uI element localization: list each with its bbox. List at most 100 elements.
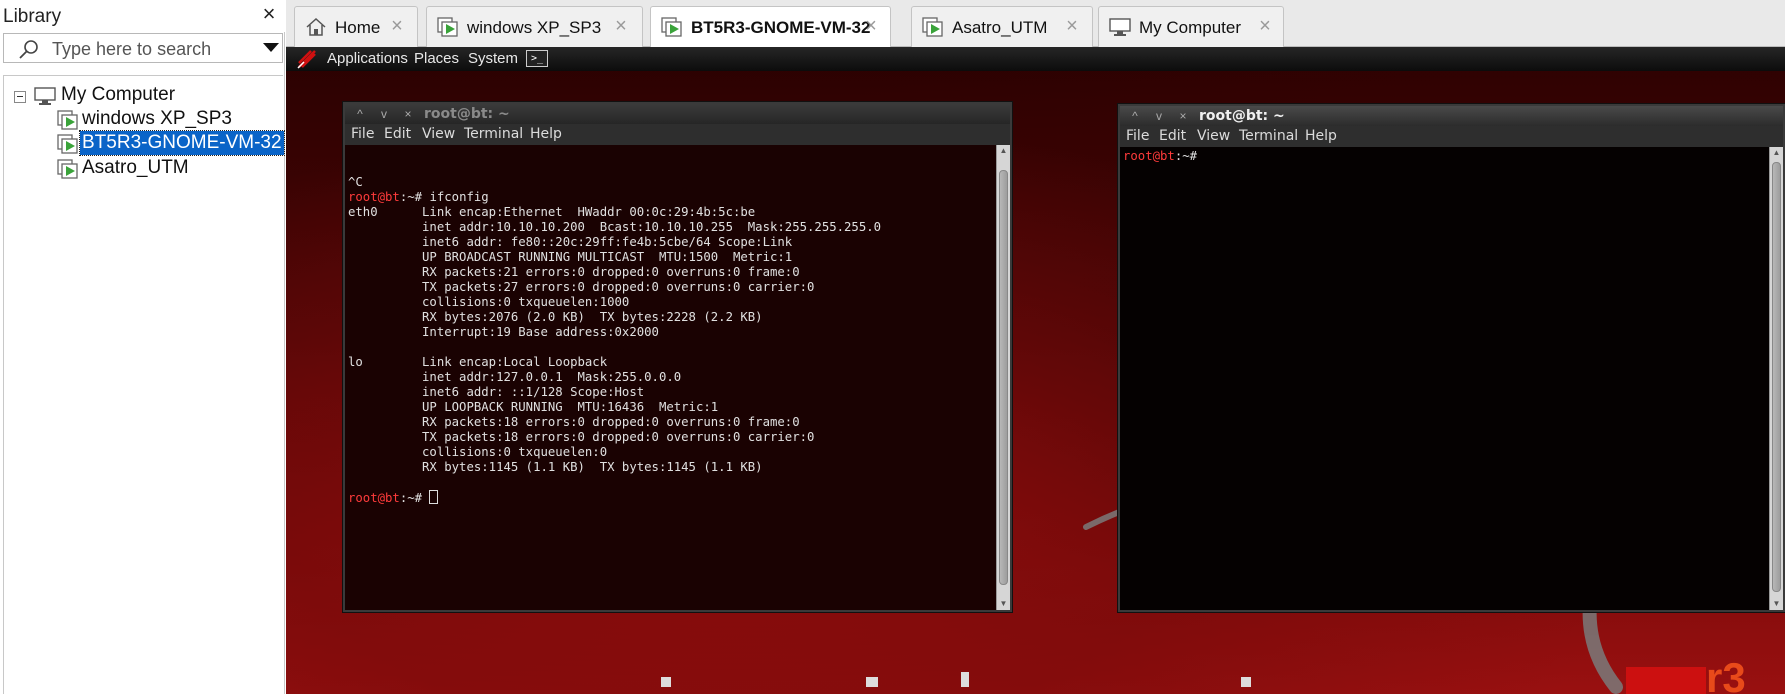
library-search [3,33,283,63]
maximize-icon[interactable]: v [375,106,393,122]
terminal-scrollbar[interactable]: ▲ ▼ [1769,147,1783,610]
tab-close-icon[interactable]: × [387,16,407,36]
tree-item-vm[interactable]: Asatro_UTM [4,156,274,182]
terminal-line-text: lo Link encap:Local Loopback [348,355,608,369]
vm-icon [57,110,78,130]
tab-label: My Computer [1139,18,1242,37]
menu-edit[interactable]: Edit [384,126,411,142]
tab-close-icon[interactable]: × [1062,16,1082,36]
library-header: Library × [0,0,285,32]
terminal-text: root@bt:~# [1123,149,1197,164]
scrollbar-thumb[interactable] [999,170,1008,585]
menu-view[interactable]: View [422,126,455,142]
menu-file[interactable]: File [351,126,374,142]
close-icon[interactable]: × [1174,108,1192,124]
search-dropdown-icon[interactable] [263,43,279,52]
prompt-suffix: :~# [399,491,430,505]
terminal-line-text: UP BROADCAST RUNNING MULTICAST MTU:1500 … [348,250,793,264]
scroll-down-icon[interactable]: ▼ [997,598,1010,610]
prompt-suffix: :~# [1174,149,1198,163]
tree-item-vm-selected[interactable]: BT5R3-GNOME-VM-32 [4,130,285,157]
tab-label: BT5R3-GNOME-VM-32 [691,18,871,37]
terminal-output[interactable]: ^C root@bt:~# ifconfig eth0 Link encap:Eth… [345,145,996,610]
terminal-line: RX packets:18 errors:0 dropped:0 overrun… [348,415,881,430]
terminal-launcher-icon[interactable]: >_ [526,50,548,67]
menu-help[interactable]: Help [1305,128,1337,144]
tree-item-label: Asatro_UTM [82,157,189,178]
tree-item-vm[interactable]: windows XP_SP3 [4,107,274,133]
tab-label: Asatro_UTM [952,18,1048,37]
menu-terminal[interactable]: Terminal [1239,128,1298,144]
terminal-line: RX packets:21 errors:0 dropped:0 overrun… [348,265,881,280]
terminal-window-left[interactable]: ^ v × root@bt: ~ File Edit View Terminal… [343,102,1012,612]
terminal-line: TX packets:27 errors:0 dropped:0 overrun… [348,280,881,295]
search-input[interactable] [52,37,252,61]
terminal-line: RX bytes:1145 (1.1 KB) TX bytes:1145 (1.… [348,460,881,475]
library-close-icon[interactable]: × [258,3,280,25]
panel-menu-applications[interactable]: Applications [327,50,408,67]
tab-close-icon[interactable]: × [611,16,631,36]
terminal-line: collisions:0 txqueuelen:0 [348,445,881,460]
terminal-line: collisions:0 txqueuelen:1000 [348,295,881,310]
terminal-menubar: File Edit View Terminal Help [345,124,1010,145]
terminal-line-text: TX packets:27 errors:0 dropped:0 overrun… [348,280,815,294]
tree-item-my-computer[interactable]: My Computer [4,83,274,109]
tab-close-icon[interactable]: × [1255,16,1275,36]
minimize-icon[interactable]: ^ [351,106,369,122]
scroll-down-icon[interactable]: ▼ [1770,598,1783,610]
terminal-line: UP BROADCAST RUNNING MULTICAST MTU:1500 … [348,250,881,265]
prompt-user: root@bt [1123,149,1175,163]
prompt-user: root@bt [348,491,400,505]
tab-vm[interactable]: Asatro_UTM × [911,6,1093,47]
tree-item-label: My Computer [61,84,176,105]
tree-item-label: BT5R3-GNOME-VM-32 [79,130,285,156]
minimize-icon[interactable]: ^ [1126,108,1144,124]
terminal-line: Interrupt:19 Base address:0x2000 [348,325,881,340]
terminal-window-right[interactable]: ^ v × root@bt: ~ File Edit View Terminal… [1118,104,1785,612]
terminal-line: RX bytes:2076 (2.0 KB) TX bytes:2228 (2.… [348,310,881,325]
menu-file[interactable]: File [1126,128,1149,144]
maximize-icon[interactable]: v [1150,108,1168,124]
vm-display[interactable]: r3 Applications Places System >_ ^ v × r… [286,47,1785,694]
tab-home[interactable]: Home × [294,6,418,47]
panel-menu-places[interactable]: Places [414,50,459,67]
terminal-line-text: ifconfig [429,190,489,204]
gnome-panel: Applications Places System >_ [286,47,1785,71]
tab-my-computer[interactable]: My Computer × [1098,6,1284,47]
collapse-icon[interactable] [14,91,26,103]
scrollbar-thumb[interactable] [1772,162,1781,592]
terminal-titlebar[interactable]: ^ v × root@bt: ~ [345,104,1010,124]
vm-icon [661,17,682,37]
terminal-titlebar[interactable]: ^ v × root@bt: ~ [1120,106,1783,126]
terminal-line: ^C [348,175,881,190]
terminal-line-text: collisions:0 txqueuelen:0 [348,445,608,459]
terminal-title: root@bt: ~ [1199,108,1285,124]
terminal-scrollbar[interactable]: ▲ ▼ [996,145,1010,610]
menu-view[interactable]: View [1197,128,1230,144]
tab-label: windows XP_SP3 [467,18,602,37]
terminal-line: lo Link encap:Local Loopback [348,355,881,370]
panel-menu-system[interactable]: System [468,50,518,67]
vm-icon [57,134,78,154]
terminal-line: TX packets:18 errors:0 dropped:0 overrun… [348,430,881,445]
menu-edit[interactable]: Edit [1159,128,1186,144]
tab-vm-active[interactable]: BT5R3-GNOME-VM-32 × [650,6,891,48]
menu-terminal[interactable]: Terminal [464,126,523,142]
scroll-up-icon[interactable]: ▲ [997,145,1010,157]
terminal-output[interactable]: root@bt:~# [1120,147,1769,610]
scroll-up-icon[interactable]: ▲ [1770,147,1783,159]
tab-vm[interactable]: windows XP_SP3 × [426,6,643,47]
terminal-line-text: RX packets:18 errors:0 dropped:0 overrun… [348,415,800,429]
search-icon [19,40,38,59]
tab-close-icon[interactable]: × [861,16,881,36]
backtrack-logo-icon[interactable] [296,48,318,70]
library-title: Library [3,6,62,27]
menu-help[interactable]: Help [530,126,562,142]
close-icon[interactable]: × [399,106,417,122]
terminal-line-text: RX bytes:2076 (2.0 KB) TX bytes:2228 (2.… [348,310,763,324]
terminal-line-text: inet6 addr: fe80::20c:29ff:fe4b:5cbe/64 … [348,235,793,249]
